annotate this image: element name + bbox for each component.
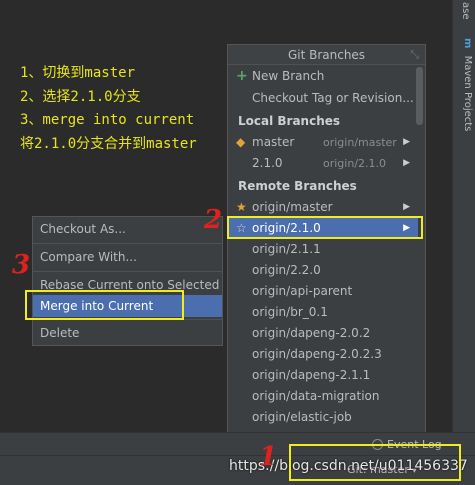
database-tab[interactable]: ase xyxy=(457,2,471,20)
remote-branch-item[interactable]: origin/data-migration xyxy=(228,386,418,407)
branch-name: origin/dapeng-2.0.2 xyxy=(252,326,371,340)
remote-branch-item[interactable]: origin/2.1.1 xyxy=(228,239,418,260)
popup-title-label: Git Branches xyxy=(287,48,366,62)
annotation-number-1: 1 xyxy=(259,442,278,472)
local-branch-2-1-0[interactable]: 2.1.0 origin/2.1.0 ▶ xyxy=(228,153,418,174)
remote-branch-item[interactable]: ★ origin/master ▶ xyxy=(228,197,418,218)
branch-name: origin/2.2.0 xyxy=(252,263,321,277)
plus-icon: + xyxy=(236,68,248,84)
branch-context-menu: Checkout As... Compare With... Rebase Cu… xyxy=(32,216,223,346)
branch-name: master xyxy=(252,135,295,149)
instruction-line-1: 1、切换到master xyxy=(20,65,136,81)
local-branches-label: Local Branches xyxy=(238,114,341,128)
maven-icon: m xyxy=(462,38,473,49)
submenu-arrow-icon: ▶ xyxy=(403,202,410,212)
remote-branch-item[interactable]: origin/dapeng-2.1.1 xyxy=(228,365,418,386)
branch-name: origin/data-migration xyxy=(252,389,380,403)
branch-name: origin/dapeng-2.1.1 xyxy=(252,368,371,382)
branch-name: origin/2.1.1 xyxy=(252,242,321,256)
annotation-box-1 xyxy=(289,444,461,481)
resize-icon[interactable]: ⤡ xyxy=(410,45,419,65)
annotation-number-3: 3 xyxy=(12,250,31,280)
tracking-branch: origin/2.1.0 xyxy=(323,157,387,170)
branch-name: origin/elastic-job xyxy=(252,410,352,424)
branch-name: origin/dapeng-2.0.2.3 xyxy=(252,347,382,361)
menu-separator xyxy=(33,243,222,244)
checkout-as-item[interactable]: Checkout As... xyxy=(33,218,222,240)
local-branch-master[interactable]: ◆ master origin/master ▶ xyxy=(228,132,418,153)
new-branch-item[interactable]: + New Branch xyxy=(228,66,418,87)
branch-name: origin/master xyxy=(252,200,333,214)
local-branches-header: Local Branches xyxy=(228,111,418,132)
tag-icon: ◆ xyxy=(236,135,246,149)
remote-branches-header: Remote Branches xyxy=(228,176,418,197)
checkout-tag-label: Checkout Tag or Revision... xyxy=(252,91,414,105)
right-tool-strip: ase m Maven Projects xyxy=(452,0,475,432)
remote-branch-item[interactable]: origin/api-parent xyxy=(228,281,418,302)
checkout-tag-item[interactable]: Checkout Tag or Revision... xyxy=(228,88,418,109)
git-branches-popup: Git Branches ⤡ + New Branch Checkout Tag… xyxy=(227,44,426,434)
remote-branches-label: Remote Branches xyxy=(238,179,357,193)
branch-name: origin/api-parent xyxy=(252,284,353,298)
branch-name: 2.1.0 xyxy=(252,156,283,170)
instruction-line-4: 将2.1.0分支合并到master xyxy=(20,135,197,152)
compare-with-item[interactable]: Compare With... xyxy=(33,246,222,268)
new-branch-label: New Branch xyxy=(252,69,325,83)
instruction-line-3: 3、merge into current xyxy=(20,112,195,128)
submenu-arrow-icon: ▶ xyxy=(403,137,410,147)
remote-branch-item[interactable]: origin/br_0.1 xyxy=(228,302,418,323)
annotation-number-2: 2 xyxy=(204,205,223,235)
remote-branch-item[interactable]: origin/dapeng-2.0.2.3 xyxy=(228,344,418,365)
maven-projects-label: Maven Projects xyxy=(462,55,473,132)
delete-item[interactable]: Delete xyxy=(33,322,222,344)
remote-branch-item[interactable]: origin/2.2.0 xyxy=(228,260,418,281)
tracking-branch: origin/master xyxy=(323,136,397,149)
popup-title: Git Branches ⤡ xyxy=(228,45,425,65)
branch-name: origin/br_0.1 xyxy=(252,305,328,319)
submenu-arrow-icon: ▶ xyxy=(403,158,410,168)
remote-branch-item[interactable]: origin/dapeng-2.0.2 xyxy=(228,323,418,344)
star-icon: ★ xyxy=(236,200,247,214)
maven-projects-tab[interactable]: m Maven Projects xyxy=(456,38,473,131)
annotation-box-2 xyxy=(227,216,423,239)
annotation-box-3 xyxy=(25,290,184,320)
remote-branch-item[interactable]: origin/elastic-job xyxy=(228,407,418,428)
menu-separator xyxy=(33,271,222,272)
instruction-text: 1、切换到master 2、选择2.1.0分支 3、merge into cur… xyxy=(20,62,197,156)
instruction-line-2: 2、选择2.1.0分支 xyxy=(20,88,141,105)
